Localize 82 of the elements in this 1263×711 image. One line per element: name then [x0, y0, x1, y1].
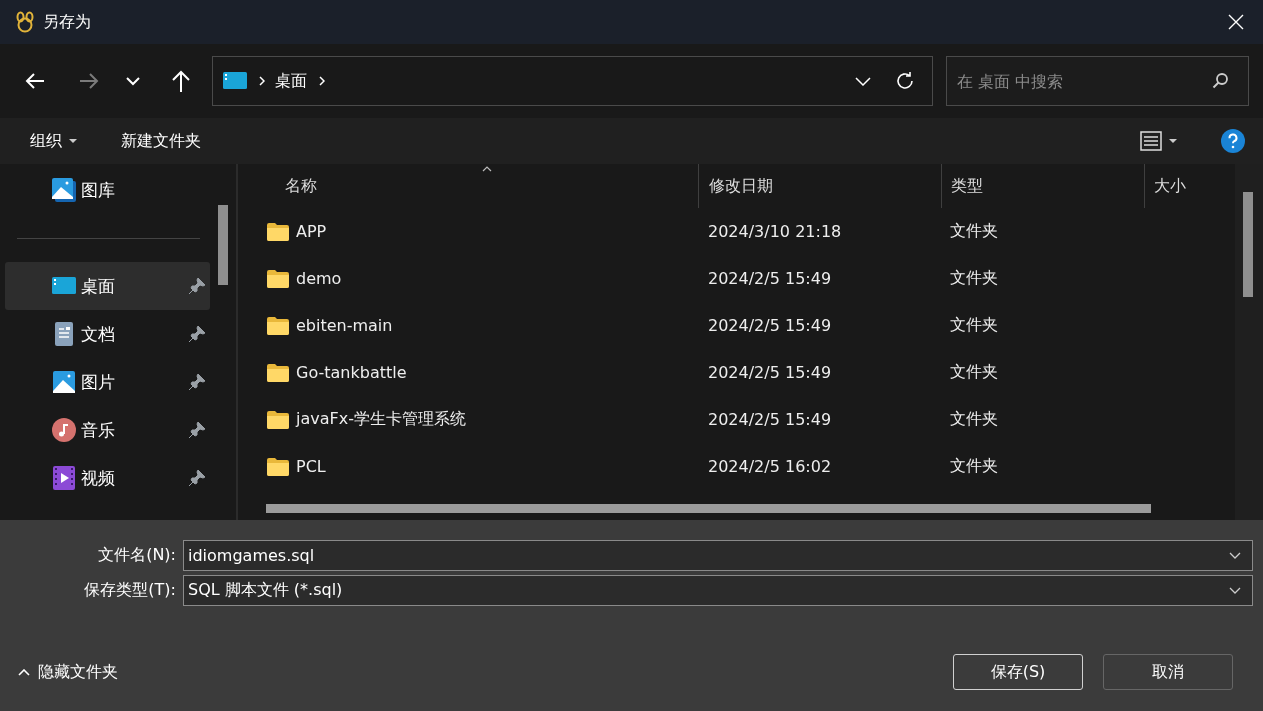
- organize-menu-button[interactable]: 组织: [18, 124, 89, 158]
- window-title: 另存为: [43, 11, 91, 33]
- video-icon: [53, 466, 75, 490]
- help-icon: [1221, 129, 1245, 153]
- chevron-down-icon: [125, 76, 140, 86]
- file-row[interactable]: ebiten-main 2024/2/5 15:49 文件夹: [238, 302, 1235, 349]
- field-label: 文件名(N):: [97, 545, 177, 566]
- sidebar-item[interactable]: 图库: [5, 166, 210, 214]
- arrow-up-icon: [170, 70, 191, 92]
- column-header[interactable]: 名称: [238, 164, 698, 208]
- save-button[interactable]: 保存(S): [953, 654, 1083, 690]
- scrollbar-thumb[interactable]: [1243, 192, 1253, 297]
- search-icon: [1212, 72, 1229, 89]
- modified-date: 2024/2/5 15:49: [708, 363, 832, 382]
- folder-icon: [267, 269, 289, 288]
- close-icon: [1228, 14, 1244, 30]
- column-header[interactable]: 类型: [941, 164, 1144, 208]
- file-row[interactable]: demo 2024/2/5 15:49 文件夹: [238, 255, 1235, 302]
- file-name: javaFx-学生卡管理系统: [296, 409, 466, 430]
- desktop-icon: [222, 72, 247, 90]
- picture-icon: [53, 371, 75, 393]
- sidebar-item[interactable]: 图片: [5, 358, 210, 406]
- file-name: PCL: [296, 457, 326, 476]
- new-folder-button[interactable]: 新建文件夹: [109, 124, 213, 158]
- caret-icon: [69, 139, 77, 143]
- column-header[interactable]: 大小: [1144, 164, 1231, 208]
- sort-ascending-icon: [482, 166, 492, 172]
- desktop-icon: [52, 277, 76, 295]
- file-row[interactable]: PCL 2024/2/5 16:02 文件夹: [238, 443, 1235, 490]
- document-icon: [54, 322, 74, 346]
- file-name: APP: [296, 222, 327, 241]
- arrow-left-icon: [24, 72, 45, 90]
- scrollbar-thumb[interactable]: [266, 504, 1151, 513]
- file-type-dropdown[interactable]: SQL 脚本文件 (*.sql): [183, 575, 1253, 606]
- folder-icon: [267, 222, 289, 241]
- folder-icon: [267, 410, 289, 429]
- modified-date: 2024/3/10 21:18: [708, 222, 842, 241]
- file-type: 文件夹: [950, 268, 998, 289]
- folder-icon: [267, 316, 289, 335]
- file-row[interactable]: javaFx-学生卡管理系统 2024/2/5 15:49 文件夹: [238, 396, 1235, 443]
- breadcrumb-item[interactable]: 桌面: [274, 70, 307, 92]
- chevron-right-icon: [318, 76, 325, 86]
- chevron-up-icon: [18, 668, 30, 676]
- modified-date: 2024/2/5 15:49: [708, 410, 832, 429]
- search-field[interactable]: 在 桌面 中搜索: [945, 56, 1249, 106]
- scrollbar-thumb[interactable]: [218, 205, 228, 285]
- sidebar-item[interactable]: 文档: [5, 310, 210, 358]
- sidebar-item[interactable]: 音乐: [5, 406, 210, 454]
- file-row[interactable]: Go-tankbattle 2024/2/5 15:49 文件夹: [238, 349, 1235, 396]
- cancel-button[interactable]: 取消: [1103, 654, 1233, 690]
- sidebar-item[interactable]: 桌面: [5, 262, 210, 310]
- chevron-right-icon: [258, 76, 265, 86]
- folder-icon: [267, 457, 289, 476]
- chevron-down-icon: [854, 76, 871, 86]
- list-view-icon: [1140, 131, 1162, 151]
- chevron-down-icon: [1229, 587, 1241, 594]
- hide-folders-toggle[interactable]: 隐藏文件夹: [0, 661, 118, 683]
- file-name-field[interactable]: idiomgames.sql: [183, 540, 1253, 571]
- folder-icon: [267, 363, 289, 382]
- file-row[interactable]: APP 2024/3/10 21:18 文件夹: [238, 208, 1235, 255]
- music-note-icon: [52, 418, 76, 442]
- file-type: 文件夹: [950, 409, 998, 430]
- address-bar[interactable]: 桌面: [211, 56, 933, 106]
- file-type: 文件夹: [950, 221, 998, 242]
- modified-date: 2024/2/5 15:49: [708, 316, 832, 335]
- column-header[interactable]: 修改日期: [698, 164, 941, 208]
- caret-icon: [1169, 139, 1177, 143]
- sidebar-item[interactable]: 视频: [5, 454, 210, 502]
- refresh-icon: [894, 71, 915, 91]
- field-label: 保存类型(T):: [83, 580, 177, 601]
- chevron-down-icon: [1229, 552, 1241, 559]
- app-logo-icon: [14, 11, 36, 33]
- modified-date: 2024/2/5 15:49: [708, 269, 832, 288]
- file-type: 文件夹: [950, 362, 998, 383]
- file-type: 文件夹: [950, 456, 998, 477]
- modified-date: 2024/2/5 16:02: [708, 457, 832, 476]
- file-type: 文件夹: [950, 315, 998, 336]
- file-name: demo: [296, 269, 342, 288]
- file-name: ebiten-main: [296, 316, 393, 335]
- file-name: Go-tankbattle: [296, 363, 407, 382]
- gallery-icon: [52, 178, 76, 202]
- arrow-right-icon: [78, 72, 99, 90]
